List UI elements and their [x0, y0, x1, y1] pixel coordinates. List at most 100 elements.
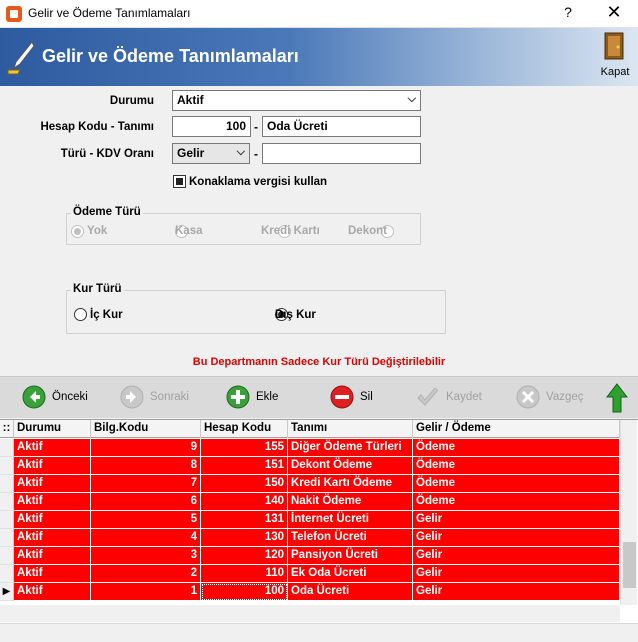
cell-tanimi[interactable]: Ek Oda Ücreti	[288, 565, 413, 583]
column-header-tanimi[interactable]: Tanımı	[288, 420, 413, 438]
exit-label: Kapat	[600, 66, 630, 78]
delete-button[interactable]: Sil	[330, 385, 380, 411]
radio-yok-label: Yok	[87, 225, 108, 237]
grid-indicator-header[interactable]: ::	[0, 420, 14, 438]
cell-gelir-odeme[interactable]: Gelir	[413, 565, 620, 583]
cell-bilg-kodu[interactable]: 5	[91, 511, 201, 529]
hesap-dash: -	[254, 120, 258, 134]
cell-bilg-kodu[interactable]: 4	[91, 529, 201, 547]
scrollbar-thumb[interactable]	[623, 542, 636, 588]
column-header-durumu[interactable]: Durumu	[14, 420, 91, 438]
cell-hesap-kodu[interactable]: 110	[201, 565, 288, 583]
cell-durumu[interactable]: Aktif	[14, 547, 91, 565]
cell-hesap-kodu[interactable]: 150	[201, 475, 288, 493]
table-row[interactable]: Aktif 2 110 Ek Oda Ücreti Gelir	[0, 565, 620, 583]
cell-hesap-kodu[interactable]: 155	[201, 439, 288, 457]
cell-tanimi[interactable]: Pansiyon Ücreti	[288, 547, 413, 565]
row-indicator[interactable]	[0, 475, 14, 493]
save-label: Kaydet	[446, 391, 482, 403]
horizontal-scrollbar[interactable]	[0, 605, 620, 622]
cell-tanimi[interactable]: Diğer Ödeme Türleri	[288, 439, 413, 457]
cell-gelir-odeme[interactable]: Gelir	[413, 511, 620, 529]
column-header-hesap-kodu[interactable]: Hesap Kodu	[201, 420, 288, 438]
row-indicator[interactable]	[0, 529, 14, 547]
table-row[interactable]: Aktif 4 130 Telefon Ücreti Gelir	[0, 529, 620, 547]
exit-button[interactable]: Kapat	[598, 30, 632, 80]
window-title: Gelir ve Ödeme Tanımlamaları	[28, 6, 191, 20]
kdv-input[interactable]	[262, 143, 421, 164]
column-header-gelir-odeme[interactable]: Gelir / Ödeme	[413, 420, 620, 438]
add-button[interactable]: Ekle	[226, 385, 286, 411]
table-row[interactable]: Aktif 5 131 İnternet Ücreti Gelir	[0, 511, 620, 529]
cell-gelir-odeme[interactable]: Gelir	[413, 547, 620, 565]
table-row[interactable]: Aktif 7 150 Kredi Kartı Ödeme Ödeme	[0, 475, 620, 493]
next-button[interactable]: Sonraki	[120, 385, 192, 411]
cell-durumu[interactable]: Aktif	[14, 583, 91, 601]
row-indicator[interactable]	[0, 565, 14, 583]
table-row[interactable]: Aktif 6 140 Nakit Ödeme Ödeme	[0, 493, 620, 511]
row-indicator[interactable]: ▶	[0, 583, 14, 601]
cell-tanimi[interactable]: İnternet Ücreti	[288, 511, 413, 529]
plus-icon	[226, 385, 250, 409]
radio-yok[interactable]	[71, 225, 84, 238]
cell-durumu[interactable]: Aktif	[14, 529, 91, 547]
vertical-scrollbar[interactable]	[620, 420, 637, 605]
cell-gelir-odeme[interactable]: Gelir	[413, 529, 620, 547]
checkmark-icon	[417, 387, 439, 406]
cell-gelir-odeme[interactable]: Ödeme	[413, 493, 620, 511]
row-indicator[interactable]	[0, 439, 14, 457]
cell-bilg-kodu[interactable]: 8	[91, 457, 201, 475]
row-indicator[interactable]	[0, 511, 14, 529]
close-button[interactable]: ✕	[600, 2, 628, 24]
arrow-left-icon	[22, 385, 46, 409]
chevron-down-icon: ⌵	[236, 146, 245, 158]
cell-durumu[interactable]: Aktif	[14, 439, 91, 457]
cell-hesap-kodu[interactable]: 151	[201, 457, 288, 475]
cell-tanimi[interactable]: Kredi Kartı Ödeme	[288, 475, 413, 493]
cell-bilg-kodu[interactable]: 3	[91, 547, 201, 565]
table-row[interactable]: Aktif 8 151 Dekont Ödeme Ödeme	[0, 457, 620, 475]
cell-hesap-kodu[interactable]: 140	[201, 493, 288, 511]
previous-button[interactable]: Önceki	[22, 385, 94, 411]
cell-gelir-odeme[interactable]: Gelir	[413, 583, 620, 601]
hesap-name-input[interactable]: Oda Ücreti	[262, 116, 421, 137]
row-indicator[interactable]	[0, 457, 14, 475]
cancel-button[interactable]: Vazgeç	[516, 385, 588, 411]
cell-gelir-odeme[interactable]: Ödeme	[413, 457, 620, 475]
table-row[interactable]: Aktif 3 120 Pansiyon Ücreti Gelir	[0, 547, 620, 565]
cell-durumu[interactable]: Aktif	[14, 457, 91, 475]
cell-tanimi[interactable]: Telefon Ücreti	[288, 529, 413, 547]
cell-gelir-odeme[interactable]: Ödeme	[413, 439, 620, 457]
cell-hesap-kodu[interactable]: 120	[201, 547, 288, 565]
save-button[interactable]: Kaydet	[416, 385, 488, 411]
cell-hesap-kodu[interactable]: 100	[201, 583, 288, 601]
cell-tanimi[interactable]: Nakit Ödeme	[288, 493, 413, 511]
cell-bilg-kodu[interactable]: 1	[91, 583, 201, 601]
konaklama-checkbox[interactable]	[173, 175, 186, 188]
cell-tanimi[interactable]: Oda Ücreti	[288, 583, 413, 601]
cell-bilg-kodu[interactable]: 9	[91, 439, 201, 457]
cell-gelir-odeme[interactable]: Ödeme	[413, 475, 620, 493]
cell-hesap-kodu[interactable]: 130	[201, 529, 288, 547]
cell-tanimi[interactable]: Dekont Ödeme	[288, 457, 413, 475]
row-indicator[interactable]	[0, 493, 14, 511]
table-row[interactable]: Aktif 9 155 Diğer Ödeme Türleri Ödeme	[0, 439, 620, 457]
durumu-select[interactable]: Aktif ⌵	[172, 90, 421, 111]
cell-bilg-kodu[interactable]: 7	[91, 475, 201, 493]
column-header-bilg-kodu[interactable]: Bilg.Kodu	[91, 420, 201, 438]
cell-durumu[interactable]: Aktif	[14, 493, 91, 511]
cell-bilg-kodu[interactable]: 6	[91, 493, 201, 511]
cell-durumu[interactable]: Aktif	[14, 475, 91, 493]
radio-ic-kur[interactable]	[74, 308, 87, 321]
cell-durumu[interactable]: Aktif	[14, 565, 91, 583]
help-button[interactable]: ?	[556, 4, 580, 24]
cell-hesap-kodu[interactable]: 131	[201, 511, 288, 529]
row-indicator[interactable]	[0, 547, 14, 565]
hesap-code-input[interactable]: 100	[172, 116, 251, 137]
warning-message: Bu Departmanın Sadece Kur Türü Değiştiri…	[192, 356, 446, 368]
cell-durumu[interactable]: Aktif	[14, 511, 91, 529]
turu-select[interactable]: Gelir ⌵	[172, 143, 250, 164]
cell-bilg-kodu[interactable]: 2	[91, 565, 201, 583]
arrow-up-icon[interactable]	[606, 383, 628, 413]
table-row[interactable]: ▶ Aktif 1 100 Oda Ücreti Gelir	[0, 583, 620, 601]
